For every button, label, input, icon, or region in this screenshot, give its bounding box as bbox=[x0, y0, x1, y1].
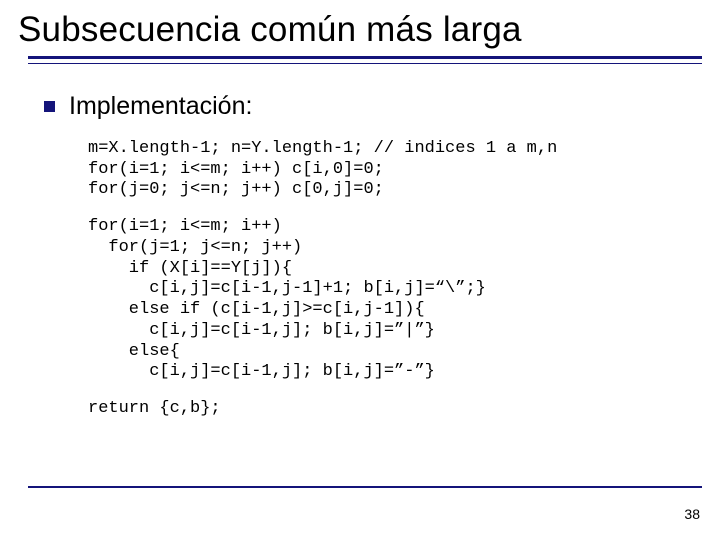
title-wrap: Subsecuencia común más larga bbox=[0, 0, 720, 56]
code-gap-2 bbox=[44, 383, 702, 399]
slide: Subsecuencia común más larga Implementac… bbox=[0, 0, 720, 540]
bottom-rule bbox=[28, 486, 702, 488]
code-block-1: m=X.length-1; n=Y.length-1; // indices 1… bbox=[44, 139, 702, 201]
code-gap-1 bbox=[44, 201, 702, 217]
page-number: 38 bbox=[684, 506, 700, 522]
code-block-2: for(i=1; i<=m; i++) for(j=1; j<=n; j++) … bbox=[44, 217, 702, 383]
content-area: Implementación: m=X.length-1; n=Y.length… bbox=[0, 64, 720, 420]
slide-title: Subsecuencia común más larga bbox=[18, 10, 702, 56]
code-block-3: return {c,b}; bbox=[44, 399, 702, 420]
title-rule-thick bbox=[28, 56, 702, 59]
bullet-row: Implementación: bbox=[44, 92, 702, 121]
square-bullet-icon bbox=[44, 101, 55, 112]
bullet-text: Implementación: bbox=[69, 92, 252, 121]
